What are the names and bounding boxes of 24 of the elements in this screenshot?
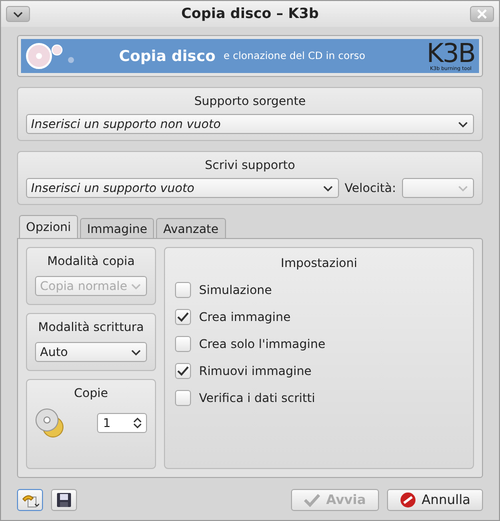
group-title: Supporto sorgente [193, 94, 307, 108]
tab[interactable]: Opzioni [19, 215, 78, 239]
target-dropdown[interactable]: Inserisci un supporto vuoto [26, 178, 339, 198]
group-title: Modalità copia [46, 254, 136, 268]
mode-dropdown[interactable]: Auto [35, 342, 147, 362]
cancel-button[interactable]: Annulla [387, 489, 483, 511]
tab[interactable]: Avanzate [156, 218, 226, 239]
banner-subtitle: e clonazione del CD in corso [224, 50, 366, 62]
checkbox-label[interactable]: Crea solo l'immagine [199, 336, 326, 350]
copies-spinbox[interactable]: 1 [97, 413, 147, 433]
checkbox-label[interactable]: Simulazione [199, 282, 272, 296]
checkbox-label[interactable]: Crea immagine [199, 310, 291, 324]
group-title: Impostazioni [280, 256, 358, 270]
group-title: Copie [72, 386, 110, 400]
checkbox-label[interactable]: Verifica i dati scritti [199, 390, 316, 404]
group-title: Scrivi supporto [204, 158, 296, 172]
group-title: Modalità scrittura [37, 320, 145, 334]
source-dropdown[interactable]: Inserisci un supporto non vuoto [26, 114, 474, 134]
speed-label: Velocità: [344, 181, 396, 195]
logo-text: K3B [426, 40, 475, 66]
window-title: Copia disco – K3b [181, 6, 319, 22]
banner-title: Copia disco [119, 47, 216, 65]
tab[interactable]: Immagine [80, 218, 154, 239]
checkbox-label[interactable]: Rimuovi immagine [199, 364, 312, 378]
